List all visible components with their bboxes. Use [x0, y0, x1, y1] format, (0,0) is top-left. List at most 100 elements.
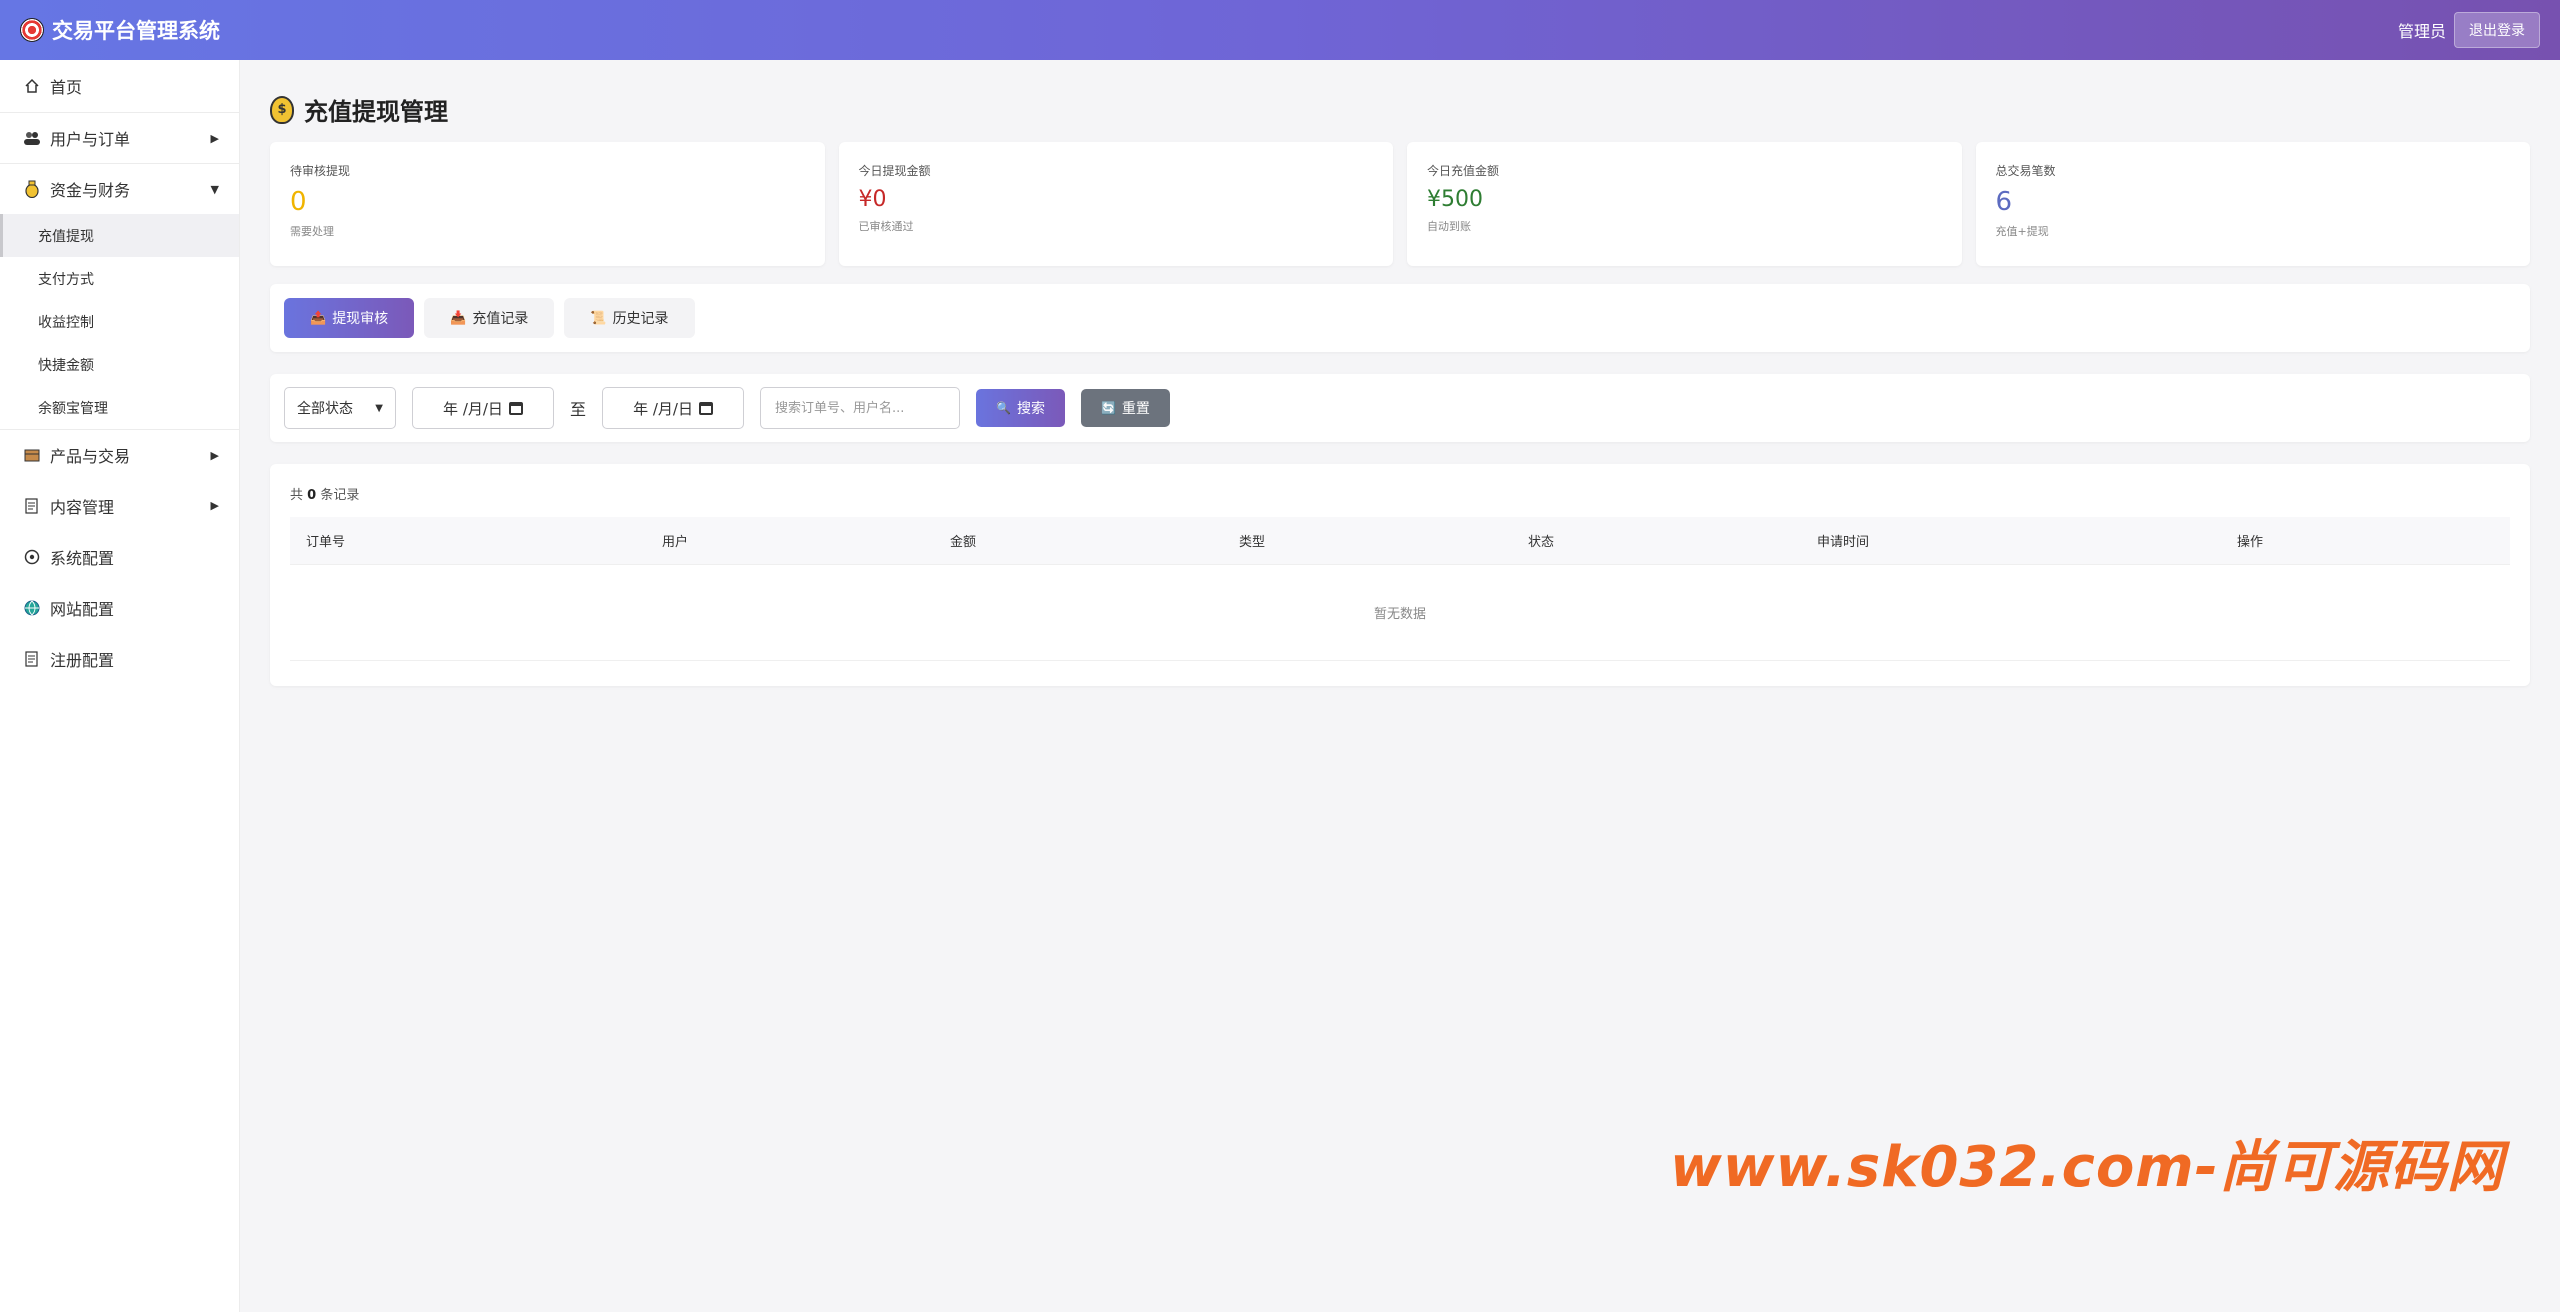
- sidebar-subitem-profit-control[interactable]: 收益控制: [0, 300, 239, 343]
- money-bag-icon: [22, 179, 42, 199]
- stat-label: 今日充值金额: [1427, 164, 1500, 178]
- sidebar-item-label: 资金与财务: [50, 181, 131, 200]
- stat-label: 待审核提现: [290, 164, 351, 178]
- chevron-down-icon: ▼: [210, 182, 219, 196]
- inbox-icon: 📥: [450, 310, 467, 326]
- table-empty-state: 暂无数据: [290, 565, 2510, 661]
- sidebar-item-website-config[interactable]: 网站配置: [0, 582, 239, 633]
- tab-withdraw-review[interactable]: 📤 提现审核: [284, 298, 415, 338]
- status-select-value: 全部状态: [297, 401, 353, 417]
- outbox-icon: 📤: [310, 310, 327, 326]
- chevron-down-icon: ▼: [375, 402, 383, 414]
- records-table-card: 共 0 条记录 订单号 用户 金额 类型 状态 申请时间 操作 暂无数据: [270, 464, 2530, 686]
- table-header: 订单号 用户 金额 类型 状态 申请时间 操作: [290, 517, 2510, 565]
- sidebar-subitem-recharge-withdraw[interactable]: 充值提现: [0, 214, 239, 257]
- logout-button[interactable]: 退出登录: [2454, 12, 2540, 48]
- sidebar-item-label: 注册配置: [50, 650, 115, 670]
- sidebar-subitem-payment-methods[interactable]: 支付方式: [0, 257, 239, 300]
- record-count-value: 0: [307, 488, 317, 503]
- column-header-status: 状态: [1528, 535, 1555, 550]
- date-to-input[interactable]: 年 /月/日: [602, 387, 745, 429]
- record-count: 共 0 条记录: [290, 484, 2510, 503]
- tab-history-records[interactable]: 📜 历史记录: [564, 298, 695, 338]
- stat-label: 今日提现金额: [858, 164, 931, 178]
- column-header-order-id: 订单号: [306, 535, 346, 550]
- stat-value: ¥0: [858, 187, 887, 212]
- memo-icon: [22, 649, 42, 669]
- brand: 交易平台管理系统: [20, 15, 220, 45]
- filter-bar: 全部状态 ▼ 年 /月/日 至 年 /月/日 🔍 搜索 🔄 重置: [270, 374, 2530, 442]
- date-from-value: 年 /月/日: [443, 399, 503, 418]
- calendar-icon[interactable]: [698, 401, 713, 415]
- stat-card-today-recharge: 今日充值金额 ¥500 自动到账: [1407, 142, 1962, 266]
- target-icon: [20, 18, 44, 42]
- date-from-input[interactable]: 年 /月/日: [412, 387, 554, 429]
- gear-icon: [22, 547, 42, 567]
- stat-sub: 已审核通过: [858, 220, 914, 233]
- scroll-icon: 📜: [590, 310, 607, 326]
- stat-value: ¥500: [1427, 187, 1483, 212]
- chevron-right-icon: ▶: [210, 131, 219, 145]
- tab-label: 提现审核: [332, 311, 389, 327]
- globe-icon: [22, 598, 42, 618]
- users-icon: [22, 128, 42, 148]
- sidebar-item-home[interactable]: 首页: [0, 60, 239, 112]
- stat-sub: 需要处理: [290, 225, 334, 238]
- column-header-amount: 金额: [950, 535, 977, 550]
- sidebar-item-label: 系统配置: [50, 548, 115, 568]
- search-button[interactable]: 🔍 搜索: [976, 389, 1065, 427]
- page-title: $ 充值提现管理: [270, 92, 448, 127]
- sidebar-item-system-config[interactable]: 系统配置: [0, 531, 239, 582]
- sidebar-subitem-yuebao[interactable]: 余额宝管理: [0, 386, 239, 429]
- sidebar-item-label: 网站配置: [50, 599, 115, 619]
- column-header-apply-time: 申请时间: [1817, 535, 1870, 550]
- page-title-text: 充值提现管理: [304, 98, 448, 126]
- stat-card-total-transactions: 总交易笔数 6 充值+提现: [1975, 142, 2530, 266]
- user-area: 管理员 退出登录: [2398, 12, 2540, 48]
- sidebar: 首页 用户与订单 ▶ 资金与财务 ▼ 充值提现 支付方式 收益控制 快捷金额 余…: [0, 60, 240, 1312]
- stat-label: 总交易笔数: [1995, 164, 2056, 178]
- box-icon: [22, 445, 42, 465]
- column-header-user: 用户: [662, 535, 689, 550]
- tabs-bar: 📤 提现审核 📥 充值记录 📜 历史记录: [270, 284, 2530, 352]
- sidebar-item-register-config[interactable]: 注册配置: [0, 633, 239, 684]
- search-button-label: 搜索: [1016, 401, 1045, 417]
- watermark: www.sk032.com-尚可源码网: [1670, 1135, 2504, 1200]
- stat-card-pending-withdraw: 待审核提现 0 需要处理: [270, 142, 825, 266]
- reset-button[interactable]: 🔄 重置: [1080, 389, 1170, 427]
- sidebar-item-funds-finance[interactable]: 资金与财务 ▼: [0, 163, 239, 214]
- stat-value: 0: [290, 187, 307, 217]
- sidebar-item-content[interactable]: 内容管理 ▶: [0, 480, 239, 531]
- top-header: 交易平台管理系统 管理员 退出登录: [0, 0, 2560, 60]
- tab-label: 充值记录: [472, 311, 529, 327]
- sidebar-item-label: 首页: [50, 78, 83, 97]
- refresh-icon: 🔄: [1100, 401, 1116, 415]
- reset-button-label: 重置: [1121, 401, 1150, 417]
- sidebar-item-label: 用户与订单: [50, 130, 131, 149]
- chevron-right-icon: ▶: [210, 499, 219, 512]
- app-title: 交易平台管理系统: [52, 19, 220, 43]
- sidebar-item-products-trading[interactable]: 产品与交易 ▶: [0, 429, 239, 480]
- date-range-separator: 至: [570, 400, 587, 419]
- record-count-suffix: 条记录: [320, 488, 360, 503]
- money-bag-icon: $: [270, 95, 294, 124]
- sidebar-item-label: 产品与交易: [50, 447, 131, 466]
- search-icon: 🔍: [996, 401, 1011, 415]
- sidebar-item-label: 内容管理: [50, 497, 115, 517]
- tab-label: 历史记录: [612, 311, 669, 327]
- stats-row: 待审核提现 0 需要处理 今日提现金额 ¥0 已审核通过 今日充值金额 ¥500…: [270, 142, 2530, 266]
- tab-recharge-records[interactable]: 📥 充值记录: [424, 298, 555, 338]
- stat-card-today-withdraw: 今日提现金额 ¥0 已审核通过: [838, 142, 1393, 266]
- search-input[interactable]: [760, 387, 961, 429]
- sidebar-subitem-quick-amount[interactable]: 快捷金额: [0, 343, 239, 386]
- memo-icon: [22, 496, 42, 516]
- sidebar-item-users-orders[interactable]: 用户与订单 ▶: [0, 112, 239, 163]
- column-header-type: 类型: [1239, 535, 1266, 550]
- calendar-icon[interactable]: [508, 401, 523, 415]
- stat-sub: 充值+提现: [1995, 225, 2049, 238]
- status-select[interactable]: 全部状态 ▼: [284, 387, 396, 429]
- stat-value: 6: [1995, 187, 2013, 217]
- stat-sub: 自动到账: [1427, 220, 1471, 233]
- home-icon: [22, 76, 42, 96]
- record-count-prefix: 共: [290, 488, 304, 503]
